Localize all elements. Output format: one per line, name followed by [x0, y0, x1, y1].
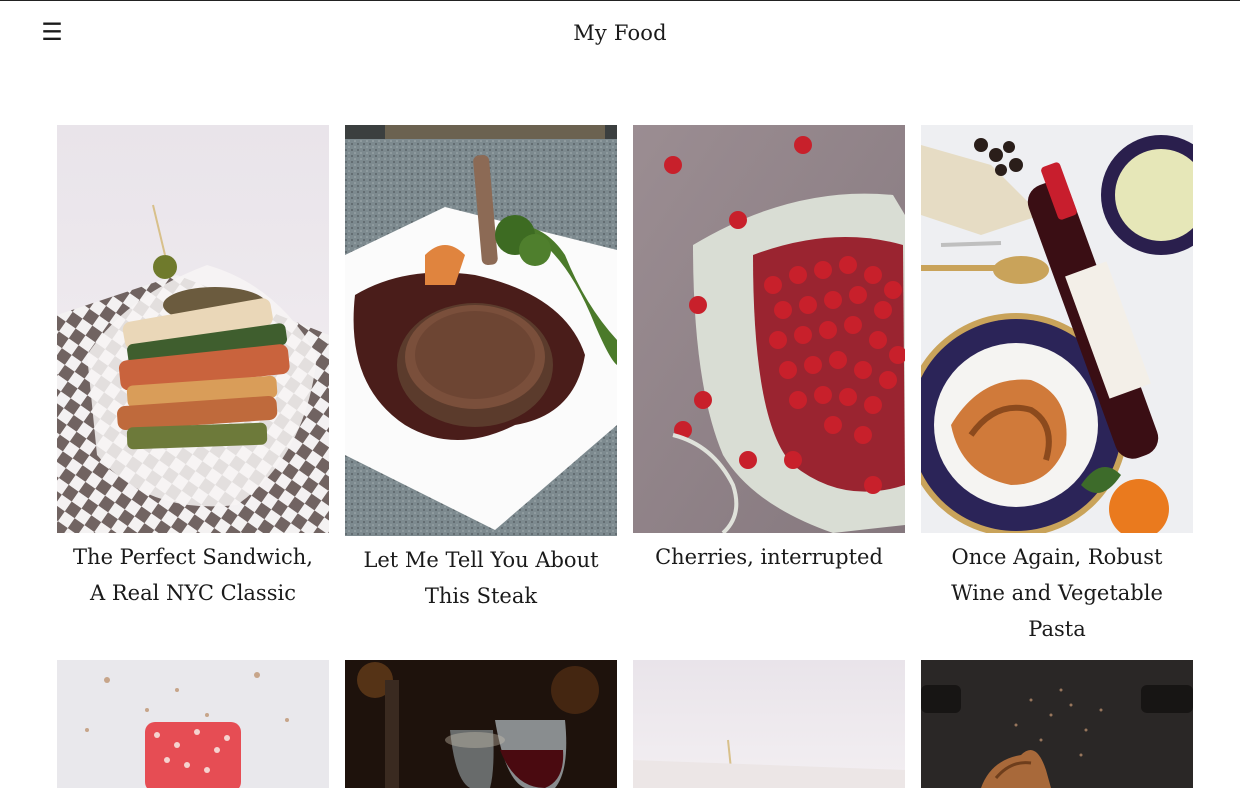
wine-pasta-photo [921, 125, 1193, 533]
croissant-photo [921, 660, 1193, 788]
sandwich-photo [57, 125, 329, 533]
post-title[interactable]: Let Me Tell You About This Steak [345, 536, 617, 614]
post-card[interactable]: Once Again, Robust Wine and Vegetable Pa… [921, 125, 1193, 647]
wine-glasses-photo [345, 660, 617, 788]
post-thumbnail[interactable] [345, 125, 617, 536]
post-card[interactable] [345, 660, 617, 788]
steak-photo [345, 125, 617, 536]
post-thumbnail[interactable] [345, 660, 617, 788]
post-thumbnail[interactable] [921, 125, 1193, 533]
post-thumbnail[interactable] [633, 660, 905, 788]
sandwich-photo [633, 660, 905, 788]
cherries-photo [633, 125, 905, 533]
post-card[interactable]: Let Me Tell You About This Steak [345, 125, 617, 647]
post-thumbnail[interactable] [57, 660, 329, 788]
post-row [57, 660, 1193, 788]
marshmallow-photo [57, 660, 329, 788]
site-title[interactable]: My Food [0, 19, 1240, 47]
post-grid: The Perfect Sandwich, A Real NYC Classic [57, 125, 1193, 647]
post-thumbnail[interactable] [633, 125, 905, 533]
post-card[interactable]: Cherries, interrupted [633, 125, 905, 647]
post-thumbnail[interactable] [921, 660, 1193, 788]
post-thumbnail[interactable] [57, 125, 329, 533]
post-title[interactable]: Cherries, interrupted [633, 533, 905, 575]
post-card[interactable]: The Perfect Sandwich, A Real NYC Classic [57, 125, 329, 647]
post-title[interactable]: Once Again, Robust Wine and Vegetable Pa… [921, 533, 1193, 647]
post-card[interactable] [921, 660, 1193, 788]
post-row: The Perfect Sandwich, A Real NYC Classic [57, 125, 1193, 647]
post-card[interactable] [57, 660, 329, 788]
post-title[interactable]: The Perfect Sandwich, A Real NYC Classic [57, 533, 329, 611]
post-card[interactable] [633, 660, 905, 788]
